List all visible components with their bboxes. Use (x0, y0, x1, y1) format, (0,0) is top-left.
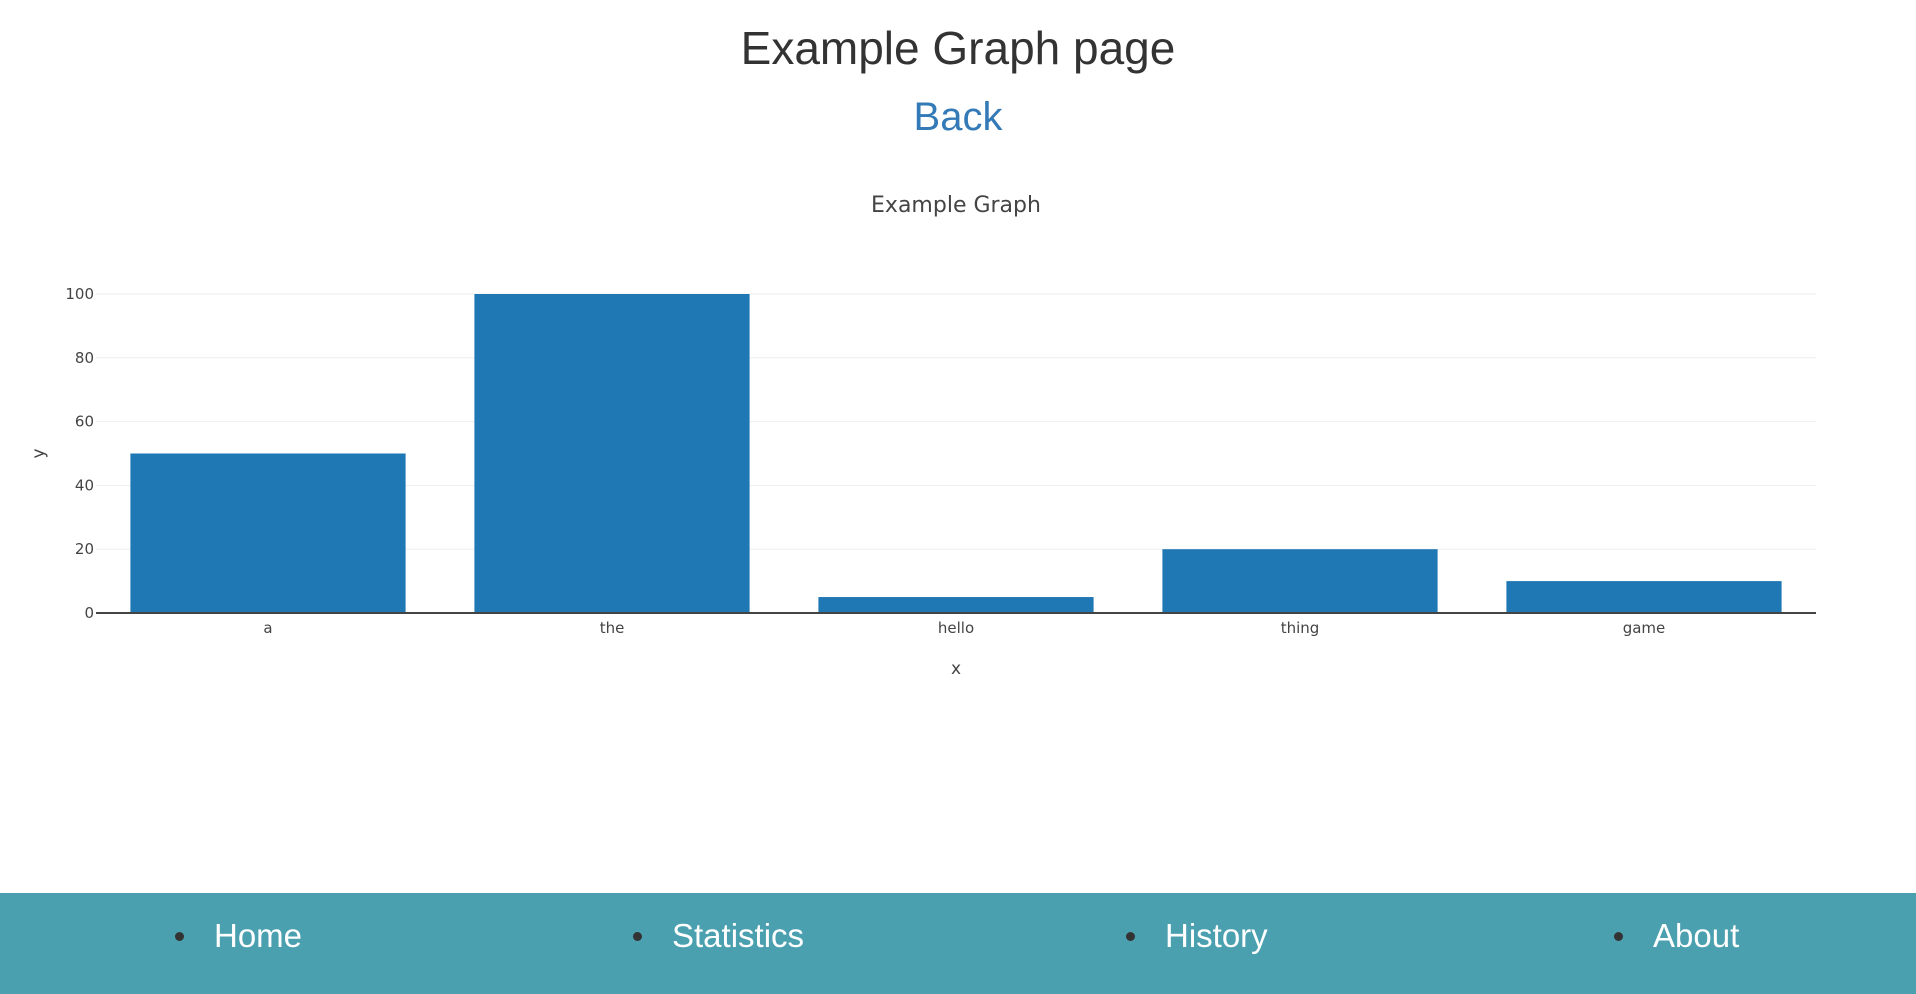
x-tick-label: hello (938, 619, 974, 637)
bar-a[interactable] (130, 453, 406, 614)
bar-game[interactable] (1506, 581, 1782, 613)
x-tick-label: the (600, 619, 625, 637)
x-tick-labels: a the hello thing game (263, 619, 1665, 637)
bullet-icon (175, 931, 184, 941)
nav-item-home: Home (175, 911, 302, 961)
bar-thing[interactable] (1162, 549, 1438, 613)
y-axis-label: y (29, 448, 49, 458)
nav-item-history: History (1126, 911, 1268, 961)
back-link-wrap: Back (0, 92, 1916, 142)
chart-container: Example Graph 0 20 40 60 80 100 a the hello thin… (0, 170, 1916, 710)
x-axis-label: x (951, 659, 961, 679)
bars (130, 294, 1782, 614)
x-tick-label: a (263, 619, 272, 637)
nav-link-about[interactable]: About (1653, 917, 1739, 955)
nav-link-history[interactable]: History (1165, 917, 1268, 955)
page-title: Example Graph page (740, 22, 1176, 74)
back-link[interactable]: Back (914, 95, 1003, 139)
nav-link-home[interactable]: Home (214, 917, 302, 955)
y-tick-label: 20 (75, 540, 94, 558)
y-tick-label: 100 (65, 285, 94, 303)
y-tick-label: 40 (75, 476, 94, 494)
bullet-icon (1614, 931, 1623, 941)
x-tick-label: game (1623, 619, 1666, 637)
bar-the[interactable] (474, 294, 750, 613)
bottom-navbar: Home Statistics History About (0, 893, 1916, 994)
bar-hello[interactable] (818, 597, 1094, 613)
x-tick-label: thing (1281, 619, 1320, 637)
bar-chart: Example Graph 0 20 40 60 80 100 a the hello thin… (29, 193, 1816, 679)
nav-link-statistics[interactable]: Statistics (672, 917, 804, 955)
nav-item-about: About (1614, 911, 1739, 961)
bullet-icon (1126, 931, 1135, 941)
y-tick-labels: 0 20 40 60 80 100 (65, 285, 94, 622)
page: Example Graph page Back Example Graph 0 2… (0, 0, 1916, 994)
y-tick-label: 80 (75, 349, 94, 367)
y-tick-label: 0 (84, 604, 94, 622)
chart-title: Example Graph (871, 193, 1041, 218)
nav-item-statistics: Statistics (633, 911, 804, 961)
y-tick-label: 60 (75, 413, 94, 431)
bullet-icon (633, 931, 642, 941)
